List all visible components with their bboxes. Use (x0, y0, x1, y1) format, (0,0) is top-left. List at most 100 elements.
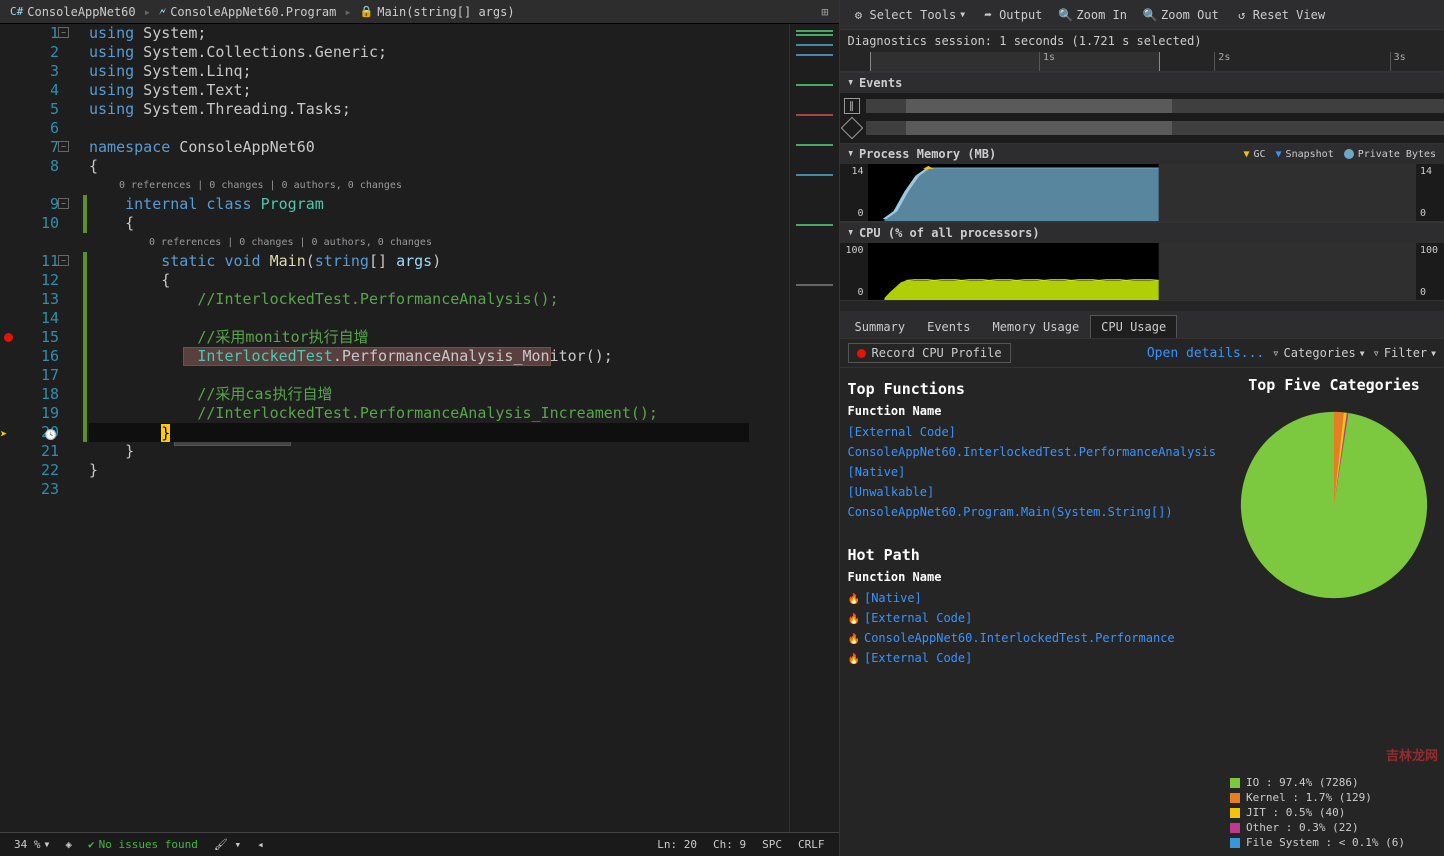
cpu-header[interactable]: ▼CPU (% of all processors) (840, 222, 1444, 243)
crumb-file[interactable]: C#ConsoleAppNet60 (4, 5, 142, 19)
cpu-chart[interactable]: 1000 1000 (840, 243, 1444, 301)
tab-memory[interactable]: Memory Usage (981, 315, 1090, 338)
memory-chart[interactable]: 140 140 (840, 164, 1444, 222)
legend-item[interactable]: File System : < 0.1% (6) (1230, 835, 1438, 850)
sb-icon[interactable]: ◈ (57, 838, 80, 851)
col-function-name[interactable]: Function Name (848, 570, 1216, 584)
status-bar: 34 % ▼ ◈ ✔No issues found 🖌 ▾ ◂ Ln: 20 C… (0, 832, 839, 856)
zoom-out-button[interactable]: 🔍Zoom Out (1137, 5, 1225, 25)
crumb-class[interactable]: 🗲 ConsoleAppNet60.Program (153, 5, 343, 19)
events-header[interactable]: ▼Events (840, 72, 1444, 93)
exec-line-call: .PerformanceAnalysis_Monitor(); (333, 347, 613, 365)
events-row-break[interactable]: ∥ (840, 95, 1444, 117)
split-editor-icon[interactable]: ⊞ (815, 5, 834, 19)
sb-eol[interactable]: CRLF (790, 838, 833, 851)
flame-icon: 🔥 (848, 634, 860, 645)
diag-toolbar: ⚙Select Tools ▼ ➦Output 🔍Zoom In 🔍Zoom O… (840, 0, 1444, 30)
zoom-in-button[interactable]: 🔍Zoom In (1052, 5, 1133, 25)
snapshot-marker-icon: ▼ (1276, 149, 1282, 160)
filter-icon: ▿ (1373, 346, 1380, 360)
comment: //采用cas执行自增 (197, 385, 332, 403)
editor-body: 1− 23456 7− 8 9− 10 11− 121314 15 161718… (0, 24, 839, 832)
crumb-class-label: ConsoleAppNet60.Program (170, 5, 336, 19)
open-details-link[interactable]: Open details... (1147, 346, 1264, 361)
hot-row[interactable]: 🔥ConsoleAppNet60.InterlockedTest.Perform… (848, 628, 1216, 648)
sb-line[interactable]: Ln: 20 (649, 838, 705, 851)
code-area[interactable]: using System; using System.Collections.G… (75, 24, 789, 832)
private-bytes-swatch (1344, 149, 1354, 159)
fold-icon[interactable]: − (58, 27, 69, 38)
pie-chart[interactable] (1237, 408, 1431, 602)
select-tools-button[interactable]: ⚙Select Tools ▼ (846, 5, 972, 25)
legend-item[interactable]: Kernel : 1.7% (129) (1230, 790, 1438, 805)
record-cpu-button[interactable]: Record CPU Profile (848, 343, 1011, 363)
editor-panel: C#ConsoleAppNet60 ▸ 🗲 ConsoleAppNet60.Pro… (0, 0, 839, 856)
sb-indent[interactable]: SPC (754, 838, 790, 851)
minimap[interactable] (789, 24, 839, 832)
functions-panel: Top Functions Function Name [External Co… (840, 368, 1224, 856)
class-icon: 🗲 (159, 5, 166, 19)
caret-down-icon: ▼ (848, 78, 852, 88)
pie-legend: IO : 97.4% (7286) Kernel : 1.7% (129) JI… (1224, 769, 1444, 856)
func-row[interactable]: [External Code] (848, 422, 1216, 442)
memory-header[interactable]: ▼Process Memory (MB) ▼GC ▼Snapshot Priva… (840, 143, 1444, 164)
filter-dropdown[interactable]: ▿Filter▼ (1373, 346, 1436, 360)
sb-issues[interactable]: ✔No issues found (80, 838, 206, 851)
legend-item[interactable]: IO : 97.4% (7286) (1230, 775, 1438, 790)
tab-events[interactable]: Events (916, 315, 981, 338)
hot-row[interactable]: 🔥[External Code] (848, 608, 1216, 628)
zoom-out-icon: 🔍 (1143, 8, 1157, 22)
diagnostics-panel: ⚙Select Tools ▼ ➦Output 🔍Zoom In 🔍Zoom O… (839, 0, 1444, 856)
caret-down-icon: ▼ (848, 228, 852, 238)
exec-line-class: InterlockedTest (197, 347, 332, 365)
reset-icon: ↺ (1235, 8, 1249, 22)
pie-panel: Top Five Categories IO : 97.4% (7286) Ke… (1224, 368, 1444, 856)
method-lock-icon: 🔒 (360, 5, 374, 18)
tab-cpu[interactable]: CPU Usage (1090, 315, 1177, 338)
legend-item[interactable]: JIT : 0.5% (40) (1230, 805, 1438, 820)
crumb-sep-icon: ▸ (344, 5, 351, 19)
timeline-ruler[interactable]: 1s 2s 3s (840, 52, 1444, 72)
line-gutter: 1− 23456 7− 8 9− 10 11− 121314 15 161718… (0, 24, 75, 832)
func-row[interactable]: [Native] (848, 462, 1216, 482)
check-icon: ✔ (88, 838, 95, 851)
gear-icon: ⚙ (852, 8, 866, 22)
crumb-method[interactable]: 🔒Main(string[] args) (354, 5, 521, 19)
sb-nav-back-icon[interactable]: ◂ (249, 838, 272, 851)
fold-icon[interactable]: − (58, 141, 69, 152)
func-row[interactable]: ConsoleAppNet60.InterlockedTest.Performa… (848, 442, 1216, 462)
tab-summary[interactable]: Summary (844, 315, 917, 338)
output-button[interactable]: ➦Output (975, 5, 1048, 25)
legend-item[interactable]: Other : 0.3% (22) (1230, 820, 1438, 835)
categories-dropdown[interactable]: ▿Categories▼ (1272, 346, 1364, 360)
sb-col[interactable]: Ch: 9 (705, 838, 754, 851)
output-icon: ➦ (981, 8, 995, 22)
func-row[interactable]: ConsoleAppNet60.Program.Main(System.Stri… (848, 502, 1216, 522)
hot-row[interactable]: 🔥[External Code] (848, 648, 1216, 668)
comment: //InterlockedTest.PerformanceAnalysis_In… (197, 404, 658, 422)
zoom-in-icon: 🔍 (1058, 8, 1072, 22)
breadcrumb: C#ConsoleAppNet60 ▸ 🗲 ConsoleAppNet60.Pro… (0, 0, 839, 24)
cpu-toolbar: Record CPU Profile Open details... ▿Cate… (840, 339, 1444, 368)
breakpoint-icon[interactable] (4, 333, 13, 342)
hot-row[interactable]: 🔥[Native] (848, 588, 1216, 608)
diag-tabs: Summary Events Memory Usage CPU Usage (840, 311, 1444, 339)
fold-icon[interactable]: − (58, 198, 69, 209)
pie-title: Top Five Categories (1248, 376, 1420, 394)
kw-namespace: namespace (89, 138, 170, 156)
record-icon (857, 349, 866, 358)
sb-percent[interactable]: 34 % ▼ (6, 838, 57, 851)
col-function-name[interactable]: Function Name (848, 404, 1216, 418)
crumb-file-label: ConsoleAppNet60 (27, 5, 135, 19)
crumb-sep-icon: ▸ (144, 5, 151, 19)
flame-icon: 🔥 (848, 594, 860, 605)
flame-icon: 🔥 (848, 614, 860, 625)
codelens[interactable]: 0 references | 0 changes | 0 authors, 0 … (89, 233, 789, 252)
fold-icon[interactable]: − (58, 255, 69, 266)
sb-brush-icon[interactable]: 🖌 ▾ (206, 838, 249, 851)
codelens[interactable]: 0 references | 0 changes | 0 authors, 0 … (89, 176, 789, 195)
gc-marker-icon: ▼ (1243, 149, 1249, 160)
reset-view-button[interactable]: ↺Reset View (1229, 5, 1331, 25)
func-row[interactable]: [Unwalkable] (848, 482, 1216, 502)
events-row-marker[interactable] (840, 117, 1444, 139)
